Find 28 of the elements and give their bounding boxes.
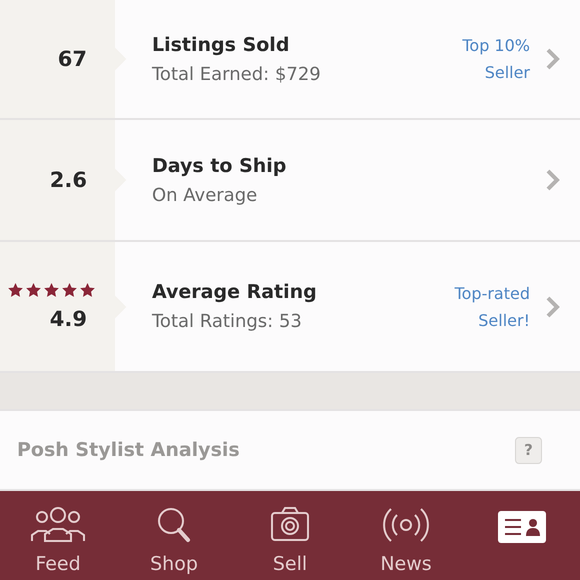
stat-row[interactable]: 4.9 Average Rating Total Ratings: 53 Top-rated Seller! bbox=[0, 242, 580, 373]
nav-tab[interactable]: Feed bbox=[0, 491, 116, 580]
stat-subtitle: Total Ratings: 53 bbox=[152, 311, 303, 332]
seller-label: Top 10% Seller bbox=[462, 35, 530, 84]
stat-row[interactable]: 67 Listings Sold Total Earned: $729 Top 10% Seller bbox=[0, 0, 580, 120]
star-icon bbox=[80, 282, 95, 296]
star-icon bbox=[62, 282, 77, 296]
star-icon bbox=[8, 282, 23, 296]
chevron-icon bbox=[546, 48, 560, 70]
stat-title: Days to Ship bbox=[152, 154, 288, 176]
people-icon bbox=[28, 505, 88, 545]
stat-value: 4.9 bbox=[50, 306, 87, 330]
stat-subtitle: On Average bbox=[152, 184, 258, 206]
stat-value: 67 bbox=[58, 47, 87, 71]
stat-subtitle: Total Earned: $729 bbox=[152, 64, 322, 84]
section-title: Posh Stylist Analysis bbox=[17, 439, 241, 461]
stat-row[interactable]: 2.6 Days to Ship On Average bbox=[0, 120, 580, 242]
nav-tab[interactable]: Shop bbox=[116, 491, 232, 580]
star-icon bbox=[44, 282, 59, 296]
star-icon bbox=[26, 282, 41, 296]
stat-value: 2.6 bbox=[50, 168, 87, 192]
seller-label: Top-rated Seller! bbox=[454, 282, 530, 332]
chevron-icon bbox=[546, 169, 560, 191]
nav-tab[interactable]: Sell bbox=[232, 491, 348, 580]
stat-title: Average Rating bbox=[152, 281, 318, 303]
chevron-icon bbox=[546, 296, 560, 318]
nav-tab[interactable]: News bbox=[348, 491, 464, 580]
stat-title: Listings Sold bbox=[152, 34, 290, 56]
